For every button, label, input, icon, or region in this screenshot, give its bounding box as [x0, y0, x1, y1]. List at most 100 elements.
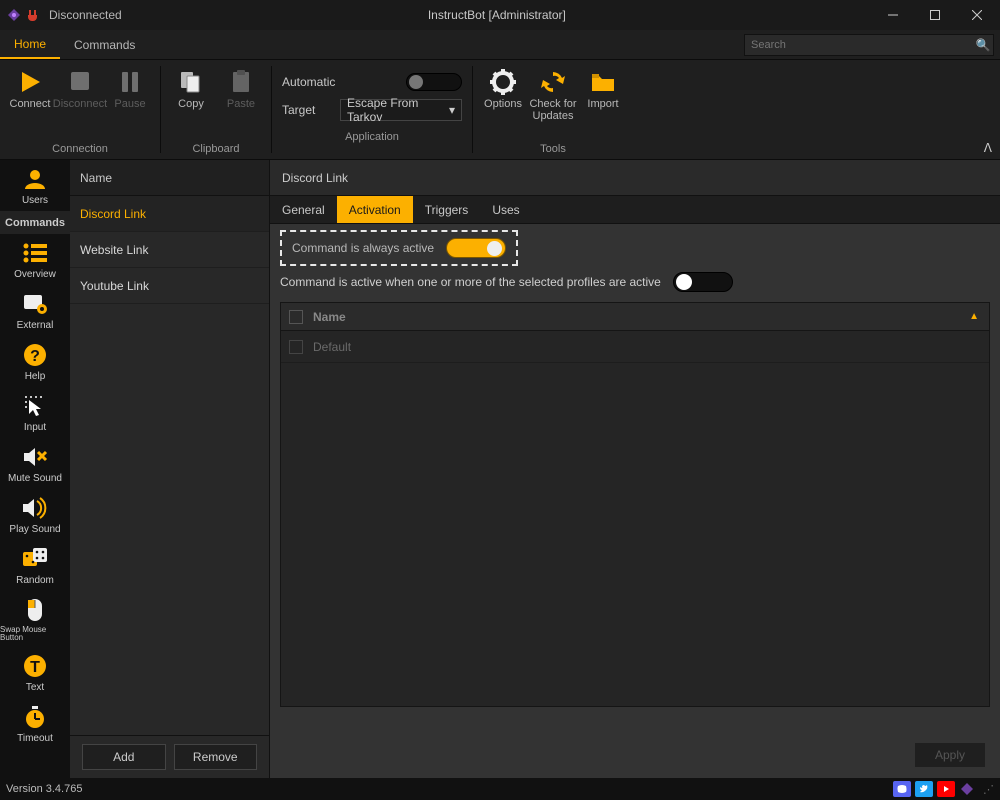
external-icon	[21, 291, 49, 317]
table-row[interactable]: Default	[281, 331, 989, 363]
options-button[interactable]: Options	[479, 66, 527, 110]
sort-indicator: ▲	[969, 311, 979, 322]
nav-external[interactable]: External	[0, 285, 70, 336]
speaker-icon	[21, 495, 49, 521]
connect-button[interactable]: Connect	[6, 66, 54, 110]
search-icon: 🔍	[973, 38, 993, 52]
titlebar: Disconnected InstructBot [Administrator]	[0, 0, 1000, 30]
always-active-row: Command is always active	[280, 230, 518, 266]
svg-text:?: ?	[30, 348, 40, 365]
discord-icon[interactable]	[893, 781, 911, 797]
subtab-activation[interactable]: Activation	[337, 196, 413, 223]
cursor-icon	[21, 393, 49, 419]
minimize-button[interactable]	[872, 0, 914, 30]
search-box[interactable]: 🔍	[744, 34, 994, 56]
list-item[interactable]: Youtube Link	[70, 268, 269, 304]
plug-icon	[25, 7, 41, 23]
stop-icon	[67, 68, 93, 96]
check-updates-button[interactable]: Check for Updates	[529, 66, 577, 122]
twitter-icon[interactable]	[915, 781, 933, 797]
target-label: Target	[282, 103, 330, 117]
row-checkbox[interactable]	[289, 340, 303, 354]
users-icon	[21, 166, 49, 192]
copy-icon	[177, 68, 205, 96]
list-item[interactable]: Website Link	[70, 232, 269, 268]
import-button[interactable]: Import	[579, 66, 627, 110]
paste-icon	[227, 68, 255, 96]
profiles-table: Name ▲ Default	[280, 302, 990, 707]
nav-mute-sound[interactable]: Mute Sound	[0, 438, 70, 489]
refresh-icon	[539, 68, 567, 96]
ribbon-collapse[interactable]: ᐱ	[984, 141, 992, 155]
mouse-icon	[21, 597, 49, 623]
nav-users[interactable]: Users	[0, 160, 70, 211]
group-clipboard: Clipboard	[167, 140, 265, 159]
gear-icon	[489, 68, 517, 96]
subtabs: General Activation Triggers Uses	[270, 196, 1000, 224]
tab-commands[interactable]: Commands	[60, 30, 149, 59]
nav-random[interactable]: Random	[0, 540, 70, 591]
list-icon	[21, 240, 49, 266]
table-header-name[interactable]: Name	[313, 310, 959, 324]
nav-swap-mouse[interactable]: Swap Mouse Button	[0, 591, 70, 647]
copy-button[interactable]: Copy	[167, 66, 215, 110]
main-panel: Discord Link General Activation Triggers…	[270, 160, 1000, 778]
automatic-label: Automatic	[282, 75, 342, 89]
maximize-button[interactable]	[914, 0, 956, 30]
pause-icon	[117, 68, 143, 96]
subtab-triggers[interactable]: Triggers	[413, 196, 481, 223]
chevron-down-icon: ▾	[449, 103, 455, 117]
nav-overview[interactable]: Overview	[0, 234, 70, 285]
window-title: InstructBot [Administrator]	[122, 8, 872, 22]
play-icon	[16, 68, 44, 96]
left-nav: Users Commands Overview External ? Help …	[0, 160, 70, 778]
nav-commands[interactable]: Commands	[0, 211, 70, 234]
subtab-general[interactable]: General	[270, 196, 337, 223]
resize-grip[interactable]: ⋰	[983, 783, 994, 796]
text-icon: T	[21, 653, 49, 679]
profile-active-toggle[interactable]	[673, 272, 733, 292]
disconnect-button[interactable]: Disconnect	[56, 66, 104, 110]
always-active-label: Command is always active	[292, 241, 434, 255]
nav-play-sound[interactable]: Play Sound	[0, 489, 70, 540]
apply-button[interactable]: Apply	[914, 742, 986, 768]
close-button[interactable]	[956, 0, 998, 30]
nav-text[interactable]: T Text	[0, 647, 70, 698]
nav-input[interactable]: Input	[0, 387, 70, 438]
main-title: Discord Link	[270, 160, 1000, 196]
help-icon: ?	[21, 342, 49, 368]
list-item[interactable]: Discord Link	[70, 196, 269, 232]
target-select[interactable]: Escape From Tarkov ▾	[340, 99, 462, 121]
version-label: Version 3.4.765	[6, 783, 82, 795]
command-list: Name Discord Link Website Link Youtube L…	[70, 160, 270, 778]
statusbar: Version 3.4.765 ⋰	[0, 778, 1000, 800]
tabstrip: Home Commands 🔍	[0, 30, 1000, 60]
paste-button[interactable]: Paste	[217, 66, 265, 110]
youtube-icon[interactable]	[937, 781, 955, 797]
group-application: Application	[282, 128, 462, 147]
always-active-toggle[interactable]	[446, 238, 506, 258]
group-tools: Tools	[479, 140, 627, 159]
subtab-uses[interactable]: Uses	[480, 196, 531, 223]
search-input[interactable]	[745, 39, 973, 51]
connection-status: Disconnected	[49, 8, 122, 22]
nav-timeout[interactable]: Timeout	[0, 698, 70, 749]
tab-home[interactable]: Home	[0, 30, 60, 59]
automatic-toggle[interactable]	[406, 73, 462, 91]
pause-button[interactable]: Pause	[106, 66, 154, 110]
group-connection: Connection	[6, 140, 154, 159]
dice-icon	[21, 546, 49, 572]
folder-icon	[589, 68, 617, 96]
mute-icon	[21, 444, 49, 470]
select-all-checkbox[interactable]	[289, 310, 303, 324]
profile-active-label: Command is active when one or more of th…	[280, 275, 661, 289]
svg-text:T: T	[30, 659, 40, 676]
add-button[interactable]: Add	[82, 744, 166, 770]
nav-help[interactable]: ? Help	[0, 336, 70, 387]
app-icon-purple	[6, 7, 22, 23]
ribbon: Connect Disconnect Pause Connection Copy…	[0, 60, 1000, 160]
app-icon-small[interactable]	[959, 781, 975, 797]
list-header: Name	[70, 160, 269, 196]
stopwatch-icon	[21, 704, 49, 730]
remove-button[interactable]: Remove	[174, 744, 258, 770]
